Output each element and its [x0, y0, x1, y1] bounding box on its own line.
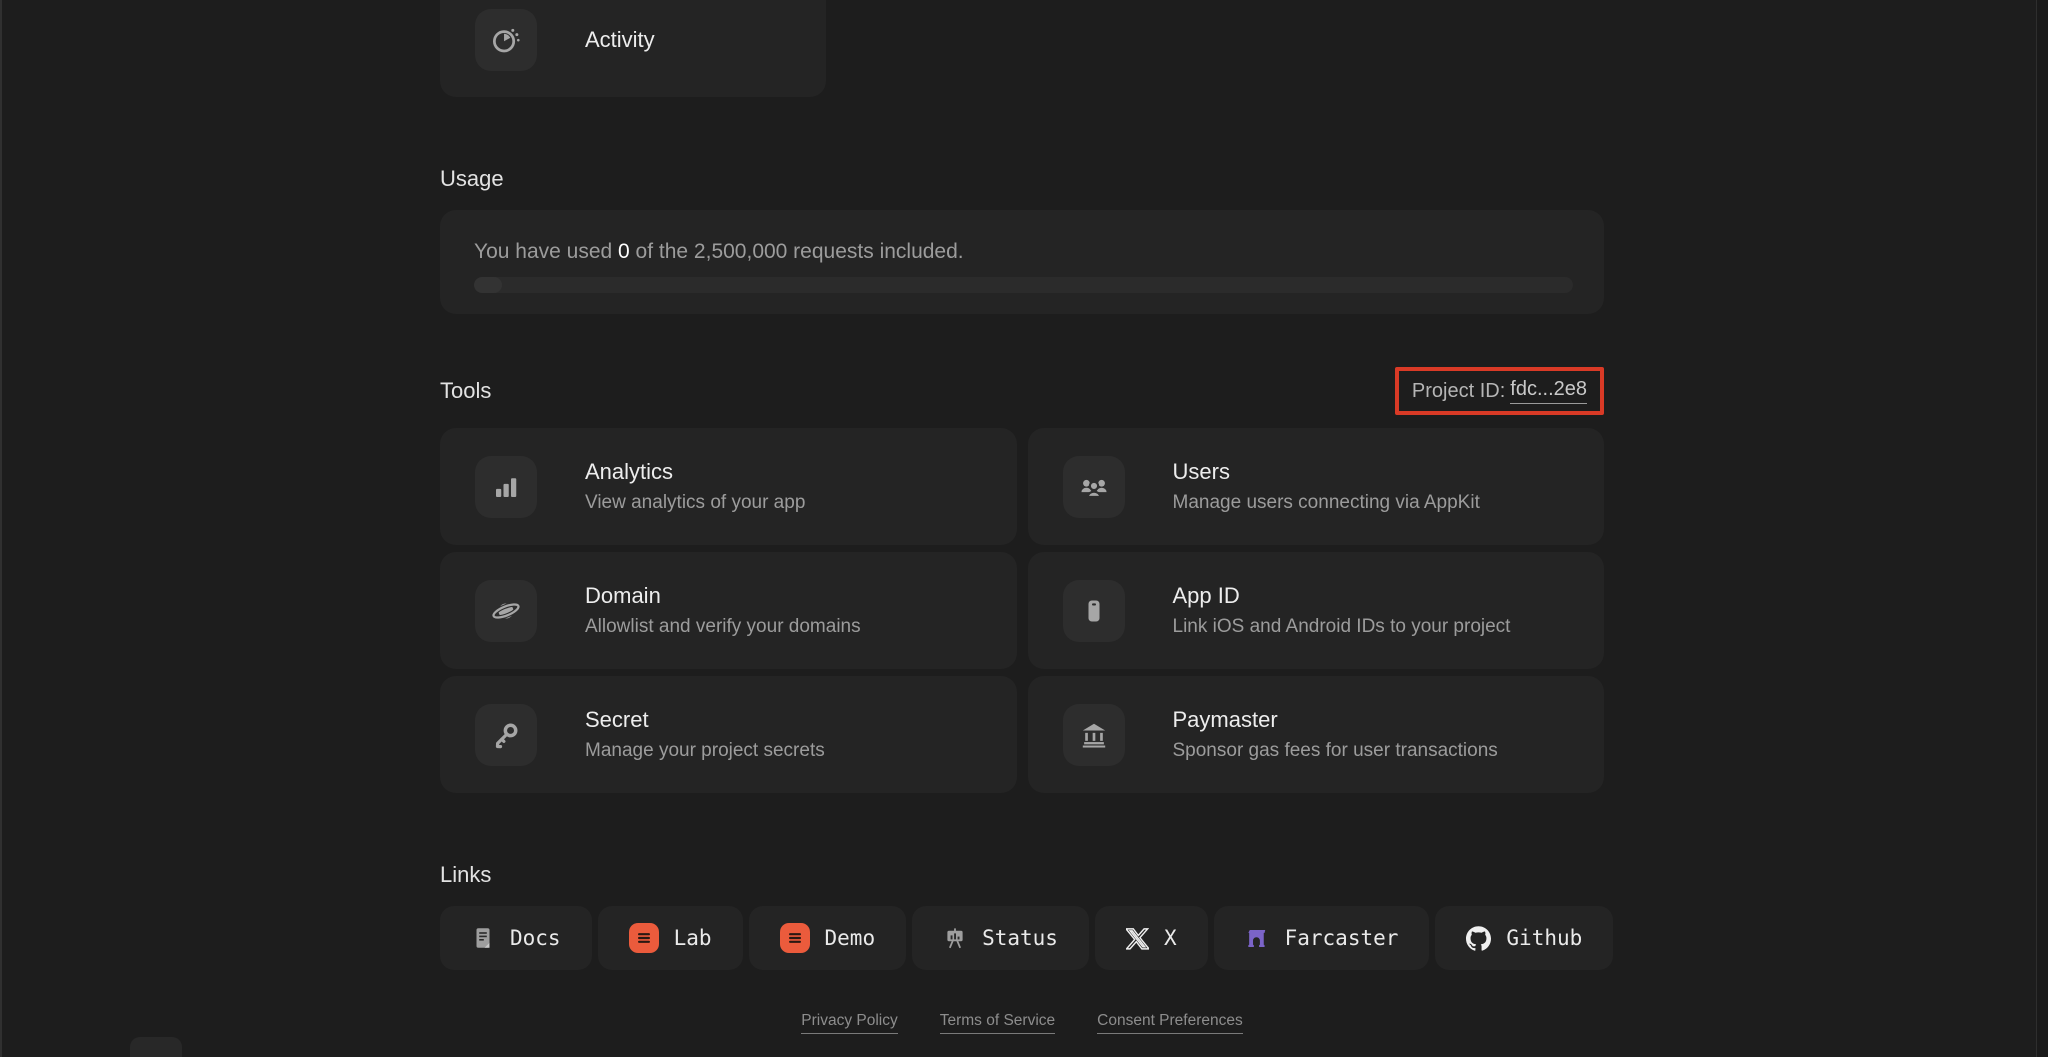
link-button-docs[interactable]: Docs [440, 906, 592, 970]
link-button-label: Farcaster [1284, 926, 1399, 950]
link-button-label: Lab [673, 926, 712, 950]
link-button-label: X [1163, 926, 1177, 950]
link-button-farcaster[interactable]: Farcaster [1213, 906, 1430, 970]
project-id-value[interactable]: fdc...2e8 [1510, 378, 1587, 404]
usage-heading: Usage [440, 166, 504, 191]
link-button-x[interactable]: X [1094, 906, 1208, 970]
farcaster-icon [1245, 926, 1270, 951]
docs-icon [471, 926, 495, 950]
tool-card-secret[interactable]: Secret Manage your project secrets [440, 676, 1017, 793]
timer-icon [475, 9, 537, 71]
link-button-label: Github [1506, 926, 1583, 950]
usage-used-value: 0 [618, 240, 630, 263]
link-button-github[interactable]: Github [1435, 906, 1614, 970]
project-id-label: Project ID: [1411, 379, 1506, 402]
phone-icon [1062, 579, 1125, 642]
tool-card-app-id[interactable]: App ID Link iOS and Android IDs to your … [1027, 552, 1604, 669]
link-button-label: Demo [824, 926, 876, 950]
usage-text: You have used 0 of the 2,500,000 request… [474, 240, 1573, 264]
tool-title: App ID [1172, 583, 1240, 608]
x-icon [1125, 927, 1149, 950]
tool-description: Sponsor gas fees for user transactions [1172, 740, 1498, 761]
status-icon [943, 926, 967, 950]
lab-icon [628, 923, 659, 953]
link-button-status[interactable]: Status [912, 906, 1089, 970]
demo-icon [779, 923, 810, 953]
usage-text-suffix: of the 2,500,000 requests included. [629, 240, 964, 263]
links-heading: Links [440, 862, 492, 887]
activity-label: Activity [585, 27, 655, 52]
main-content: Activity Usage You have used 0 of the 2,… [440, 0, 1614, 1034]
window-left-edge [0, 0, 2, 1057]
tool-description: Manage your project secrets [585, 740, 825, 761]
usage-text-prefix: You have used [474, 240, 619, 263]
footer-link-terms-of-service[interactable]: Terms of Service [939, 1012, 1056, 1034]
tools-header-row: Tools Project ID: fdc...2e8 [440, 367, 1604, 415]
bank-icon [1062, 703, 1125, 766]
github-icon [1466, 925, 1492, 951]
footer-link-privacy-policy[interactable]: Privacy Policy [801, 1012, 898, 1034]
chat-widget-stub[interactable] [130, 1037, 182, 1057]
tool-title: Analytics [585, 459, 674, 484]
activity-card[interactable]: Activity [440, 0, 826, 97]
tool-card-analytics[interactable]: Analytics View analytics of your app [440, 428, 1017, 545]
links-bar: Docs Lab Demo Status X Farcaster Github [440, 906, 1614, 970]
bar-chart-icon [475, 455, 537, 518]
tool-description: Allowlist and verify your domains [585, 616, 861, 637]
tool-title: Domain [585, 583, 661, 608]
tool-card-users[interactable]: Users Manage users connecting via AppKit [1027, 428, 1604, 545]
tool-description: View analytics of your app [585, 492, 806, 513]
tool-title: Secret [585, 707, 649, 732]
usage-progress-bar [474, 277, 1573, 293]
users-icon [1062, 455, 1125, 518]
footer: Privacy Policy Terms of Service Consent … [440, 1012, 1604, 1034]
link-button-label: Docs [510, 926, 561, 950]
tools-heading: Tools [440, 378, 492, 403]
project-id-badge: Project ID: fdc...2e8 [1394, 367, 1604, 415]
tool-description: Manage users connecting via AppKit [1172, 492, 1480, 513]
scrollbar-gutter[interactable] [2036, 0, 2048, 1057]
tool-card-paymaster[interactable]: Paymaster Sponsor gas fees for user tran… [1027, 676, 1604, 793]
usage-card: You have used 0 of the 2,500,000 request… [440, 210, 1604, 314]
key-icon [475, 703, 537, 766]
usage-progress-fill [474, 277, 502, 293]
tool-description: Link iOS and Android IDs to your project [1172, 616, 1511, 637]
tools-grid: Analytics View analytics of your app Use… [440, 428, 1604, 793]
tool-title: Paymaster [1172, 707, 1278, 732]
planet-icon [475, 579, 537, 642]
footer-link-consent-preferences[interactable]: Consent Preferences [1097, 1012, 1243, 1034]
tool-card-domain[interactable]: Domain Allowlist and verify your domains [440, 552, 1017, 669]
link-button-label: Status [982, 926, 1058, 950]
link-button-lab[interactable]: Lab [597, 906, 743, 970]
link-button-demo[interactable]: Demo [748, 906, 907, 970]
tool-title: Users [1172, 459, 1230, 484]
